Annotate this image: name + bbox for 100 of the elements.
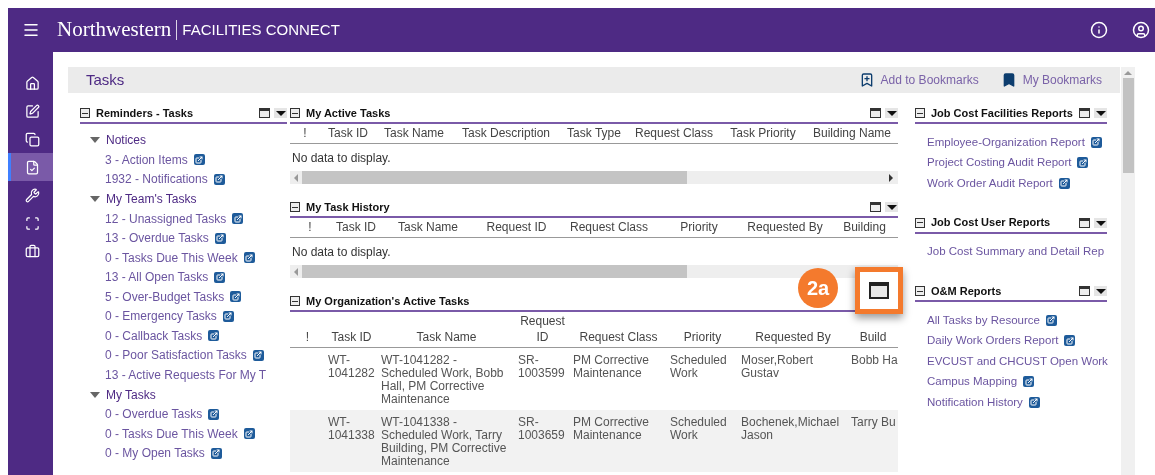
column-header[interactable]: ! [308, 219, 312, 235]
tree-group-label[interactable]: Notices [106, 131, 146, 149]
column-header[interactable]: Building Name [812, 125, 891, 141]
dropdown-caret-icon[interactable] [1094, 286, 1107, 296]
collapse-icon[interactable] [290, 202, 300, 212]
external-link-icon[interactable] [214, 271, 226, 283]
column-header[interactable]: Request Class [569, 219, 648, 235]
external-link-icon[interactable] [1058, 177, 1070, 189]
report-link[interactable]: Project Costing Audit Report [927, 154, 1072, 172]
external-link-icon[interactable] [210, 447, 222, 459]
vertical-scrollbar[interactable] [1121, 67, 1135, 475]
external-link-icon[interactable] [232, 213, 244, 225]
external-link-icon[interactable] [252, 349, 264, 361]
maximize-icon[interactable] [1079, 108, 1090, 118]
column-header[interactable]: Requested By [755, 329, 831, 345]
column-header[interactable]: ! [305, 329, 310, 345]
task-count-link[interactable]: 0 - Overdue Tasks [105, 405, 203, 424]
bookmark-link[interactable]: My Bookmarks [1000, 71, 1102, 89]
column-header[interactable]: ! [303, 125, 307, 141]
info-icon[interactable] [1090, 21, 1108, 39]
task-count-link[interactable]: 0 - Poor Satisfaction Tasks [105, 346, 247, 365]
external-link-icon[interactable] [243, 428, 255, 440]
column-header[interactable]: Task Name [398, 219, 458, 235]
collapse-icon[interactable] [290, 296, 300, 306]
column-header[interactable]: Requested By [747, 219, 823, 235]
dropdown-caret-icon[interactable] [885, 202, 898, 212]
task-count-link[interactable]: 13 - Overdue Tasks [105, 229, 209, 248]
external-link-icon[interactable] [230, 291, 242, 303]
external-link-icon[interactable] [208, 408, 220, 420]
user-icon[interactable] [1132, 21, 1150, 39]
task-count-link[interactable]: 0 - Emergency Tasks [105, 307, 217, 326]
external-link-icon[interactable] [1028, 396, 1040, 408]
dropdown-caret-icon[interactable] [885, 108, 898, 118]
external-link-icon[interactable] [214, 232, 226, 244]
external-link-icon[interactable] [208, 330, 220, 342]
external-link-icon[interactable] [1090, 136, 1102, 148]
task-count-link[interactable]: 0 - Callback Tasks [105, 326, 203, 345]
column-header[interactable]: Task Name [416, 329, 477, 345]
highlighted-maximize-button[interactable] [855, 267, 903, 314]
column-header[interactable]: Task ID [331, 329, 372, 345]
column-header[interactable]: Priority [680, 219, 718, 235]
tree-group-label[interactable]: My Tasks [106, 385, 156, 404]
task-count-link[interactable]: 0 - My Open Tasks [105, 444, 205, 463]
report-link[interactable]: All Tasks by Resource [927, 311, 1040, 329]
report-link[interactable]: Employee-Organization Report [927, 133, 1085, 151]
horizontal-scrollbar[interactable] [290, 265, 898, 278]
tree-toggle-icon[interactable] [90, 137, 100, 143]
task-count-link[interactable]: 12 - Unassigned Tasks [105, 209, 227, 228]
column-header[interactable]: Request Class [579, 329, 658, 345]
maximize-icon[interactable] [259, 108, 270, 118]
column-header[interactable]: Building [843, 219, 886, 235]
tree-group-label[interactable]: My Team's Tasks [106, 190, 197, 208]
external-link-icon[interactable] [193, 154, 205, 166]
maximize-icon[interactable] [1079, 286, 1090, 296]
task-count-link[interactable]: 3 - Action Items [105, 150, 188, 169]
report-link[interactable]: Work Order Audit Report [927, 174, 1053, 192]
dropdown-caret-icon[interactable] [1094, 108, 1107, 118]
column-header[interactable]: Request Class [634, 125, 713, 141]
task-count-link[interactable]: 5 - Over-Budget Tasks [105, 287, 225, 306]
horizontal-scrollbar[interactable] [290, 171, 898, 184]
report-link[interactable]: Job Cost Summary and Detail Rep [927, 243, 1105, 261]
collapse-icon[interactable] [290, 108, 300, 118]
task-count-link[interactable]: 13 - Active Requests For My T [105, 365, 267, 384]
nav-item[interactable] [8, 153, 53, 181]
collapse-icon[interactable] [80, 108, 90, 118]
dropdown-caret-icon[interactable] [274, 108, 287, 118]
external-link-icon[interactable] [1064, 335, 1076, 347]
column-header[interactable]: Task Priority [730, 125, 796, 141]
external-link-icon[interactable] [222, 310, 234, 322]
column-header[interactable]: Priority [683, 329, 722, 345]
maximize-icon[interactable] [870, 202, 881, 212]
column-header[interactable]: Task ID [336, 219, 376, 235]
external-link-icon[interactable] [1023, 376, 1035, 388]
column-header[interactable]: Task ID [328, 125, 368, 141]
tree-toggle-icon[interactable] [90, 196, 100, 202]
tree-toggle-icon[interactable] [90, 391, 100, 398]
bookmark-link[interactable]: Add to Bookmarks [858, 71, 979, 89]
task-count-link[interactable]: 0 - Tasks Due This Week [105, 424, 238, 443]
external-link-icon[interactable] [1077, 157, 1089, 169]
task-count-link[interactable]: 0 - Tasks Due This Week [105, 248, 238, 267]
task-count-link[interactable]: 1932 - Notifications [105, 170, 208, 189]
menu-icon[interactable] [22, 21, 40, 39]
collapse-icon[interactable] [915, 217, 925, 228]
column-header[interactable]: Request ID [520, 313, 565, 345]
column-header[interactable]: Task Type [567, 125, 621, 141]
column-header[interactable]: Task Description [462, 125, 550, 141]
column-header[interactable]: Build [859, 329, 887, 345]
maximize-icon[interactable] [1079, 217, 1090, 228]
column-header[interactable]: Request ID [486, 219, 547, 235]
report-link[interactable]: EVCUST and CHCUST Open Work [927, 352, 1108, 370]
report-link[interactable]: Daily Work Orders Report [927, 332, 1059, 350]
external-link-icon[interactable] [1045, 314, 1057, 326]
external-link-icon[interactable] [213, 173, 225, 185]
maximize-icon[interactable] [870, 108, 881, 118]
dropdown-caret-icon[interactable] [1094, 217, 1107, 228]
external-link-icon[interactable] [243, 252, 255, 264]
task-count-link[interactable]: 13 - All Open Tasks [105, 268, 209, 287]
report-link[interactable]: Notification History [927, 393, 1023, 411]
column-header[interactable]: Task Name [384, 125, 444, 141]
collapse-icon[interactable] [915, 286, 925, 296]
